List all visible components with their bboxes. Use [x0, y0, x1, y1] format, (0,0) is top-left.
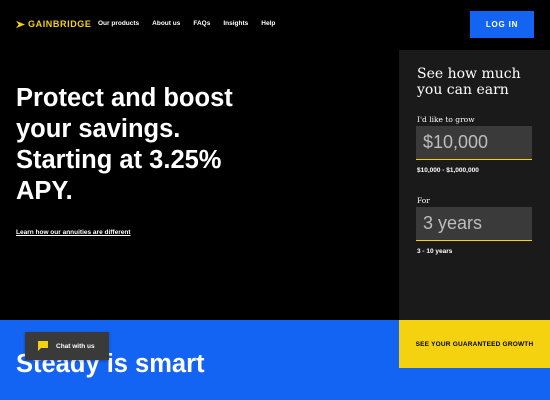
years-range: 3 - 10 years [417, 248, 453, 255]
hero-title: Protect and boost your savings. Starting… [16, 84, 233, 205]
earnings-calculator: See how much you can earn I'd like to gr… [399, 50, 550, 320]
grow-label: I'd like to grow [417, 115, 475, 124]
years-input[interactable]: 3 years [416, 207, 532, 241]
main-nav: Our products About us FAQs Insights Help [98, 20, 288, 27]
brand-name: GAINBRIDGE [28, 19, 92, 29]
nav-item-our-products[interactable]: Our products [98, 20, 139, 27]
band-right-fill [399, 368, 550, 400]
brand-logo[interactable]: GAINBRIDGE [16, 19, 92, 29]
site-header: GAINBRIDGE Our products About us FAQs In… [0, 0, 550, 50]
amount-range: $10,000 - $1,000,000 [417, 167, 479, 174]
nav-item-faqs[interactable]: FAQs [193, 20, 210, 27]
amount-input[interactable]: $10,000 [416, 126, 532, 160]
login-button[interactable]: LOG IN [470, 11, 534, 38]
chat-widget[interactable]: Chat with us [25, 332, 109, 360]
calculator-title: See how much you can earn [417, 66, 521, 98]
nav-item-insights[interactable]: Insights [223, 20, 248, 27]
nav-item-about-us[interactable]: About us [152, 20, 180, 27]
see-growth-button[interactable]: SEE YOUR GUARANTEED GROWTH [399, 320, 550, 368]
chat-label: Chat with us [56, 342, 95, 350]
learn-more-link[interactable]: Learn how our annuities are different [16, 229, 131, 236]
chat-bubble-icon [38, 341, 48, 351]
chevron-arrow-icon [16, 20, 25, 28]
for-label: For [417, 196, 430, 205]
nav-item-help[interactable]: Help [261, 20, 275, 27]
